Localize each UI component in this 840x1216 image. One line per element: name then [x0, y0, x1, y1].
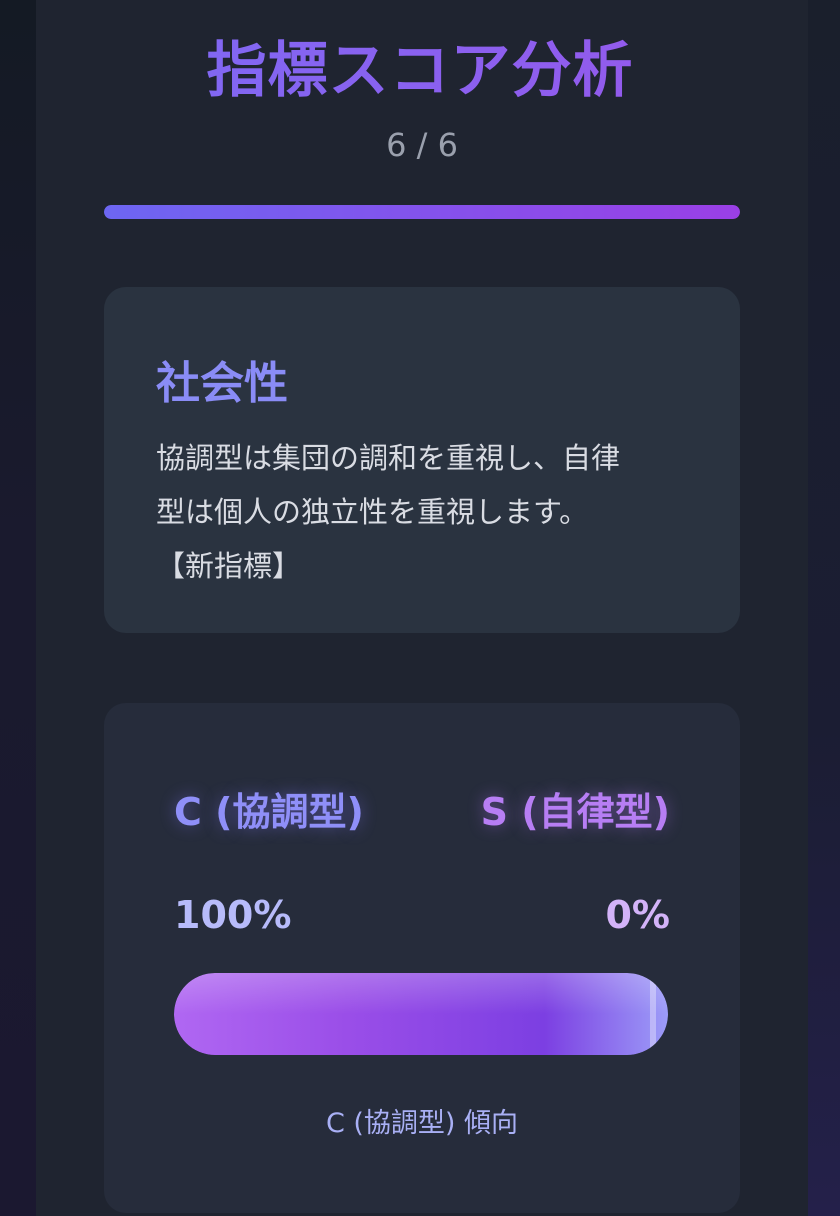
right-type-label: S (自律型)	[480, 790, 670, 834]
right-percent: 0%	[605, 893, 670, 937]
score-meter-fill	[174, 973, 668, 1055]
progress-counter: 6 / 6	[386, 126, 458, 164]
metric-description-line: 協調型は集団の調和を重視し、自律	[156, 441, 621, 475]
tendency-label: C (協調型) 傾向	[325, 1108, 519, 1139]
progress-bar-fill	[104, 205, 740, 219]
background-right	[808, 0, 840, 1216]
metric-description-line: 型は個人の独立性を重視します。	[156, 495, 589, 529]
metric-name: 社会性	[156, 358, 288, 409]
score-card: C (協調型) S (自律型) 100% 0% C (協調型) 傾向	[104, 703, 740, 1213]
progress-bar	[104, 205, 740, 219]
metric-description-line: 【新指標】	[156, 549, 302, 583]
metric-info-card: 社会性 協調型は集団の調和を重視し、自律 型は個人の独立性を重視します。 【新指…	[104, 287, 740, 633]
score-meter-cap	[650, 973, 656, 1055]
left-percent: 100%	[174, 893, 292, 937]
score-meter	[174, 973, 668, 1055]
page-title: 指標スコア分析	[0, 22, 840, 109]
metric-description: 協調型は集団の調和を重視し、自律 型は個人の独立性を重視します。 【新指標】	[156, 431, 696, 593]
background-left	[0, 0, 36, 1216]
left-type-label: C (協調型)	[174, 790, 364, 834]
